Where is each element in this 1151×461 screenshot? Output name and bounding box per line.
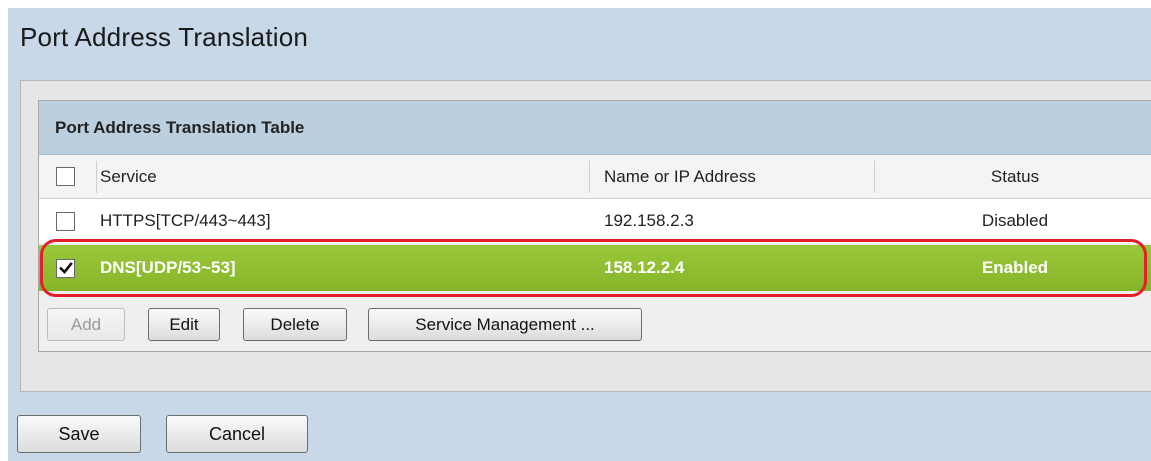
add-button[interactable]: Add [47,308,125,341]
table-header-row: Service Name or IP Address Status [39,155,1151,199]
column-header-service[interactable]: Service [100,155,157,198]
column-divider [589,161,590,193]
select-all-checkbox[interactable] [56,167,75,186]
column-header-status[interactable]: Status [875,155,1151,198]
select-all-cell [56,155,86,198]
selected-row-highlight [40,239,1147,297]
edit-button[interactable]: Edit [148,308,220,341]
column-header-ip-address[interactable]: Name or IP Address [604,155,756,198]
row-ip-address: 192.158.2.3 [604,211,694,230]
delete-button[interactable]: Delete [243,308,347,341]
row-checkbox[interactable] [56,211,75,231]
row-status: Disabled [981,211,1049,230]
cancel-button[interactable]: Cancel [166,415,308,453]
table-title: Port Address Translation Table [55,118,305,137]
service-management-button[interactable]: Service Management ... [368,308,642,341]
row-check-cell [56,199,86,243]
table-title-bar: Port Address Translation Table [39,101,1151,155]
save-button[interactable]: Save [17,415,141,453]
port-address-translation-table: Port Address Translation Table Service N… [38,100,1151,352]
column-divider [96,161,97,193]
table-row[interactable]: HTTPS[TCP/443~443] 192.158.2.3 Disabled [39,199,1151,243]
row-service: HTTPS[TCP/443~443] [100,211,271,230]
page-title: Port Address Translation [20,22,309,52]
